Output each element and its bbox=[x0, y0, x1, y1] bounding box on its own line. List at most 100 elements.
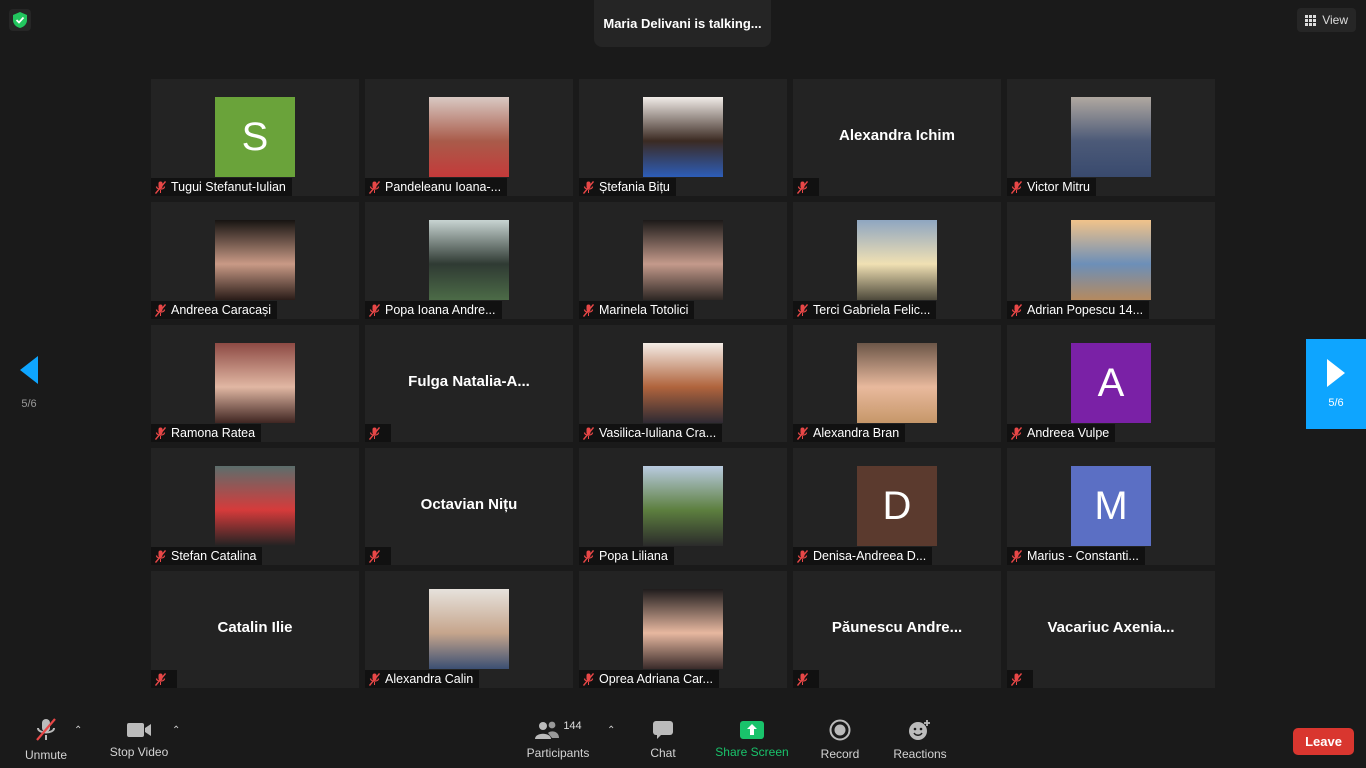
participant-name: Stefan Catalina bbox=[171, 549, 257, 563]
participant-name: Victor Mitru bbox=[1027, 180, 1090, 194]
muted-mic-icon bbox=[369, 303, 380, 317]
participant-tile[interactable]: Catalin Ilie bbox=[151, 571, 359, 688]
participant-name-tag: Alexandra Calin bbox=[365, 670, 480, 688]
participant-tile[interactable]: Marinela Totolici bbox=[579, 202, 787, 319]
participant-name: Tugui Stefanut-Iulian bbox=[171, 180, 286, 194]
participant-tile[interactable]: Vasilica-Iuliana Cra... bbox=[579, 325, 787, 442]
meeting-toolbar: Unmute ⌃ Stop Video ⌃ 144 Participants ⌃… bbox=[0, 711, 1366, 768]
participant-tile[interactable]: Fulga Natalia-A... bbox=[365, 325, 573, 442]
participant-name-tag: Andreea Vulpe bbox=[1007, 424, 1116, 442]
participant-tile[interactable]: Victor Mitru bbox=[1007, 79, 1215, 196]
view-label: View bbox=[1322, 13, 1348, 27]
muted-mic-icon bbox=[1011, 180, 1022, 194]
arrow-right-icon bbox=[1327, 359, 1345, 387]
participant-tile[interactable]: M Marius - Constanti... bbox=[1007, 448, 1215, 565]
participants-icon bbox=[535, 721, 560, 739]
participant-avatar: A bbox=[1071, 343, 1151, 423]
muted-mic-icon bbox=[155, 426, 166, 440]
participant-photo bbox=[857, 343, 937, 423]
participant-name: Marius - Constanti... bbox=[1027, 549, 1139, 563]
participant-tile[interactable]: Adrian Popescu 14... bbox=[1007, 202, 1215, 319]
muted-mic-icon bbox=[155, 180, 166, 194]
muted-mic-icon bbox=[797, 303, 808, 317]
participant-tile[interactable]: Ramona Ratea bbox=[151, 325, 359, 442]
participant-avatar: S bbox=[215, 97, 295, 177]
participant-tile[interactable]: Vacariuc Axenia... bbox=[1007, 571, 1215, 688]
participant-name: Terci Gabriela Felic... bbox=[813, 303, 931, 317]
participant-tile[interactable]: D Denisa-Andreea D... bbox=[793, 448, 1001, 565]
muted-mic-icon bbox=[1011, 672, 1022, 686]
unmute-button[interactable]: Unmute bbox=[16, 711, 76, 768]
participant-photo bbox=[429, 589, 509, 669]
participant-tile[interactable]: Ștefania Bițu bbox=[579, 79, 787, 196]
chat-bubble-icon bbox=[653, 720, 673, 739]
participant-count: 144 bbox=[563, 719, 582, 732]
chat-button[interactable]: Chat bbox=[640, 711, 686, 768]
audio-options-caret[interactable]: ⌃ bbox=[74, 725, 82, 736]
participant-name-tag: Stefan Catalina bbox=[151, 547, 263, 565]
participant-name: Pandeleanu Ioana-... bbox=[385, 180, 502, 194]
participant-photo bbox=[215, 220, 295, 300]
muted-mic-icon bbox=[155, 303, 166, 317]
participant-tile[interactable]: Popa Ioana Andre... bbox=[365, 202, 573, 319]
stop-video-button[interactable]: Stop Video bbox=[104, 711, 174, 768]
participant-gallery: S Tugui Stefanut-Iulian Pandeleanu Ioana-.… bbox=[151, 79, 1215, 688]
record-button[interactable]: Record bbox=[812, 711, 868, 768]
security-shield[interactable] bbox=[9, 9, 31, 31]
muted-mic-icon bbox=[583, 672, 594, 686]
participant-tile[interactable]: Oprea Adriana Car... bbox=[579, 571, 787, 688]
participant-name: Andreea Caracași bbox=[171, 303, 272, 317]
participant-photo bbox=[429, 97, 509, 177]
participant-tile[interactable]: Andreea Caracași bbox=[151, 202, 359, 319]
participant-tile[interactable]: Terci Gabriela Felic... bbox=[793, 202, 1001, 319]
participant-photo bbox=[643, 343, 723, 423]
muted-mic-icon bbox=[369, 180, 380, 194]
next-page-button[interactable]: 5/6 bbox=[1306, 339, 1366, 429]
participant-photo bbox=[215, 343, 295, 423]
participant-tile[interactable]: Octavian Nițu bbox=[365, 448, 573, 565]
participant-photo bbox=[643, 220, 723, 300]
participant-photo bbox=[429, 220, 509, 300]
view-button[interactable]: View bbox=[1297, 8, 1356, 32]
reaction-smiley-icon bbox=[909, 719, 930, 740]
participant-photo bbox=[643, 97, 723, 177]
video-options-caret[interactable]: ⌃ bbox=[172, 725, 180, 736]
participant-tile[interactable]: S Tugui Stefanut-Iulian bbox=[151, 79, 359, 196]
participant-name: Popa Liliana bbox=[599, 549, 668, 563]
video-camera-icon bbox=[127, 722, 151, 737]
participant-tile[interactable]: A Andreea Vulpe bbox=[1007, 325, 1215, 442]
participant-name: Ștefania Bițu bbox=[599, 180, 670, 194]
participant-tile[interactable]: Alexandra Bran bbox=[793, 325, 1001, 442]
participant-display-name: Catalin Ilie bbox=[217, 619, 293, 636]
muted-mic-icon bbox=[1011, 303, 1022, 317]
participant-name-tag: Terci Gabriela Felic... bbox=[793, 301, 937, 319]
leave-button[interactable]: Leave bbox=[1293, 728, 1354, 755]
shield-icon bbox=[13, 12, 27, 28]
share-screen-button[interactable]: Share Screen bbox=[712, 711, 792, 768]
muted-mic-icon bbox=[1011, 549, 1022, 563]
muted-mic-icon bbox=[369, 549, 380, 563]
participant-tile[interactable]: Păunescu Andre... bbox=[793, 571, 1001, 688]
participant-name-tag bbox=[365, 547, 391, 565]
previous-page-button[interactable]: 5/6 bbox=[0, 339, 58, 427]
muted-mic-icon bbox=[797, 180, 808, 194]
participant-photo bbox=[857, 220, 937, 300]
participant-name-tag: Pandeleanu Ioana-... bbox=[365, 178, 508, 196]
muted-mic-icon bbox=[797, 426, 808, 440]
participant-name-tag bbox=[793, 178, 819, 196]
participants-button[interactable]: 144 Participants bbox=[522, 711, 594, 768]
participant-name-tag: Vasilica-Iuliana Cra... bbox=[579, 424, 723, 442]
share-screen-icon bbox=[740, 720, 764, 739]
grid-view-icon bbox=[1305, 14, 1317, 26]
reactions-button[interactable]: Reactions bbox=[890, 711, 950, 768]
participants-options-caret[interactable]: ⌃ bbox=[607, 725, 615, 736]
participant-tile[interactable]: Popa Liliana bbox=[579, 448, 787, 565]
participant-tile[interactable]: Pandeleanu Ioana-... bbox=[365, 79, 573, 196]
participant-tile[interactable]: Stefan Catalina bbox=[151, 448, 359, 565]
participant-display-name: Păunescu Andre... bbox=[831, 619, 963, 636]
participant-name-tag: Adrian Popescu 14... bbox=[1007, 301, 1150, 319]
muted-mic-icon bbox=[155, 549, 166, 563]
page-indicator-right: 5/6 bbox=[1328, 397, 1344, 409]
participant-tile[interactable]: Alexandra Ichim bbox=[793, 79, 1001, 196]
participant-tile[interactable]: Alexandra Calin bbox=[365, 571, 573, 688]
